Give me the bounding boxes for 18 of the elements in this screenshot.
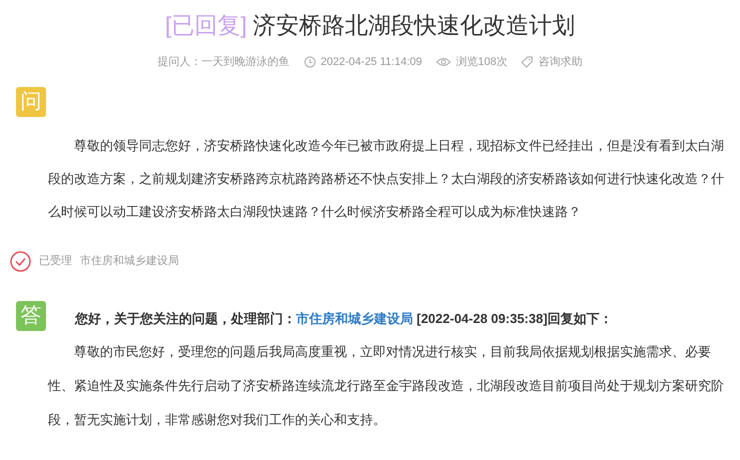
clock-icon — [304, 56, 316, 68]
eye-icon — [436, 57, 451, 68]
answer-badge: 答 — [16, 300, 46, 330]
view-count: 浏览108次 — [456, 54, 508, 70]
category-label: 咨询求助 — [538, 55, 582, 70]
reply-header: 您好，关于您关注的问题，处理部门：市住房和城乡建设局 [2022-04-28 09:35:38]回复如下： — [75, 310, 612, 328]
question-text: 尊敬的领导同志您好，济安桥路快速化改造今年已被市政府提上日程，现招标文件已经挂出，但是没有看到太白湖段的改造方案，之前规划建济安桥路跨京杭路跨路桥还不快点安排上？太白湖段的济安桥路该如何进行快速化改造？什么时候可以动工建设济安桥路太白湖段快速路？什么时候济安桥路全程可以成为标准快速路？ — [48, 136, 725, 220]
department-text: 市住房和城乡建设局 — [80, 254, 179, 269]
department-link[interactable]: 市住房和城乡建设局 — [296, 310, 413, 326]
asker-text: 提问人：一天到晚游泳的鱼 — [158, 54, 290, 70]
post-time: 2022-04-25 11:14:09 — [320, 55, 422, 70]
question-badge: 问 — [16, 86, 46, 116]
check-circle-icon — [10, 250, 31, 272]
answer-text: 尊敬的市民您好，受理您的问题后我局高度重视，立即对情况进行核实，目前我局依据规划根据实施需求、必要性、紧迫性及实施条件先行启动了济安桥路连续流龙行路至金宇路段改造，北湖段改造目前项目尚处于规划方案研究阶段，暂无实施计划，非常感谢您对我们工作的关心和支持。 — [48, 342, 725, 428]
status-text: 已受理 — [39, 254, 72, 269]
status-label: [已回复] — [165, 11, 247, 40]
page-title: 济安桥路北湖段快速化改造计划 — [252, 11, 575, 40]
tag-icon — [521, 56, 534, 68]
